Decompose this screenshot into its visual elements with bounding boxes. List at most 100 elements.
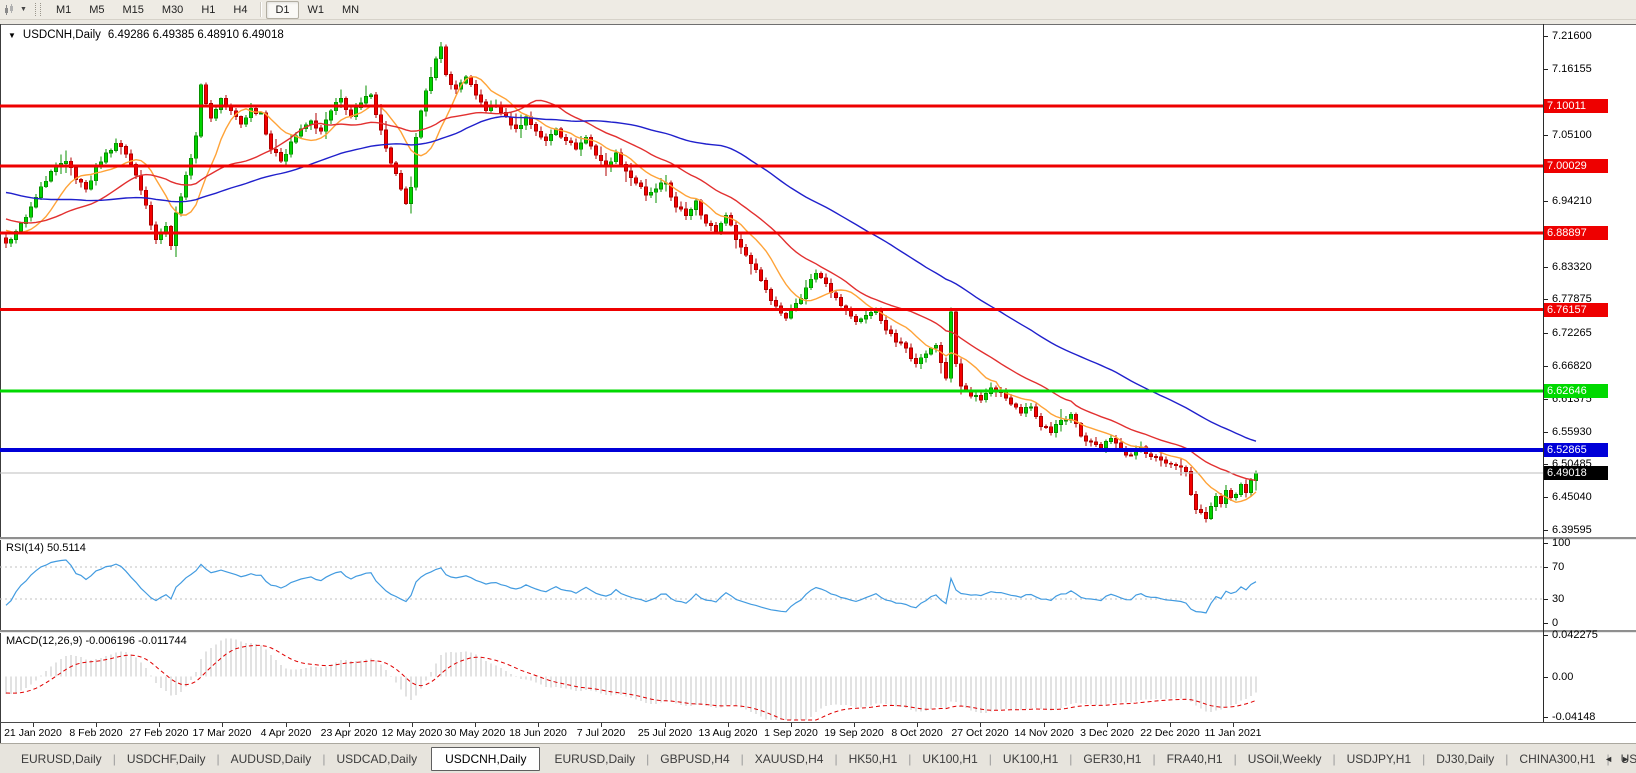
rsi-tickmark <box>1544 623 1548 624</box>
period-button-h1[interactable]: H1 <box>192 1 224 19</box>
macd-indicator-panel[interactable] <box>0 633 1543 722</box>
price-tickmark <box>1544 69 1548 70</box>
tab-usdcnh-daily[interactable]: USDCNH,Daily <box>431 746 541 771</box>
tab-scroll-right-icon[interactable]: ► <box>1621 754 1630 764</box>
price-tick-label: 6.66820 <box>1552 360 1592 372</box>
timeframe-buttons: M1 M5 M15 M30 H1 H4 D1 W1 MN <box>47 0 368 19</box>
macd-tickmark <box>1544 635 1548 636</box>
rsi-tick-label: 0 <box>1552 617 1559 629</box>
date-label: 27 Feb 2020 <box>129 727 189 739</box>
period-button-h4[interactable]: H4 <box>224 1 256 19</box>
macd-tick-label: 0.042275 <box>1552 629 1598 641</box>
price-tickmark <box>1544 366 1548 367</box>
tab-china300-h1[interactable]: CHINA300,H1 <box>1508 748 1606 770</box>
price-tickmark <box>1544 497 1548 498</box>
date-label: 8 Oct 2020 <box>891 727 943 739</box>
period-button-w1[interactable]: W1 <box>299 1 334 19</box>
rsi-tick-label: 70 <box>1552 561 1565 573</box>
date-label: 23 Apr 2020 <box>320 727 378 739</box>
tab-scroll-buttons: ◄ ► <box>1604 744 1633 773</box>
period-button-d1[interactable]: D1 <box>266 0 299 19</box>
price-tickmark <box>1544 267 1548 268</box>
period-button-m1[interactable]: M1 <box>47 1 80 19</box>
chart-quote-values: 6.49286 6.49385 6.48910 6.49018 <box>107 29 284 41</box>
price-tickmark <box>1544 399 1548 400</box>
date-label: 11 Jan 2021 <box>1204 727 1262 739</box>
tab-eurusd-daily[interactable]: EURUSD,Daily <box>10 748 113 770</box>
price-tick-label: 7.21600 <box>1552 30 1592 42</box>
period-button-m15[interactable]: M15 <box>114 1 153 19</box>
rsi-tickmark <box>1544 543 1548 544</box>
rsi-tick-label: 30 <box>1552 593 1565 605</box>
rsi-tick-label: 100 <box>1552 537 1571 549</box>
price-tick-label: 7.16155 <box>1552 63 1592 75</box>
price-tick-label: 6.72265 <box>1552 327 1592 339</box>
level-price-badge: 7.00029 <box>1544 159 1608 173</box>
current-price-badge: 6.49018 <box>1544 466 1608 480</box>
price-tickmark <box>1544 299 1548 300</box>
date-label: 19 Sep 2020 <box>824 727 884 739</box>
price-axis-separator <box>1543 24 1544 722</box>
rsi-indicator-panel[interactable] <box>0 540 1543 630</box>
price-tick-label: 6.83320 <box>1552 261 1592 273</box>
toolbar-grip[interactable] <box>34 3 41 16</box>
date-label: 13 Aug 2020 <box>698 727 758 739</box>
date-label: 21 Jan 2020 <box>4 727 62 739</box>
tab-scroll-left-icon[interactable]: ◄ <box>1604 754 1613 764</box>
date-label: 1 Sep 2020 <box>764 727 818 739</box>
date-axis-separator <box>0 722 1636 723</box>
tab-hk50-h1[interactable]: HK50,H1 <box>838 748 909 770</box>
price-tick-label: 6.39595 <box>1552 524 1592 536</box>
trading-terminal: ▼ M1 M5 M15 M30 H1 H4 D1 W1 MN ▼ USDCNH,Daily 6.… <box>0 0 1636 773</box>
date-label: 3 Dec 2020 <box>1080 727 1134 739</box>
price-tick-label: 6.55930 <box>1552 426 1592 438</box>
level-price-badge: 7.10011 <box>1544 99 1608 113</box>
chart-type-icon[interactable]: ▼ <box>4 3 27 16</box>
toolbar-separator <box>260 2 263 17</box>
tab-ger30-h1[interactable]: GER30,H1 <box>1072 748 1152 770</box>
tab-dj30-daily[interactable]: DJ30,Daily <box>1425 748 1505 770</box>
date-label: 30 May 2020 <box>444 727 506 739</box>
date-label: 22 Dec 2020 <box>1140 727 1200 739</box>
period-toolbar: ▼ M1 M5 M15 M30 H1 H4 D1 W1 MN <box>0 0 1636 20</box>
tab-usdjpy-h1[interactable]: USDJPY,H1 <box>1336 748 1422 770</box>
tab-eurusd-daily[interactable]: EURUSD,Daily <box>543 748 646 770</box>
price-tickmark <box>1544 36 1548 37</box>
tab-gbpusd-h4[interactable]: GBPUSD,H4 <box>649 748 740 770</box>
rsi-label: RSI(14) 50.5114 <box>6 542 86 554</box>
level-price-badge: 6.62646 <box>1544 384 1608 398</box>
tab-usoil-weekly[interactable]: USOil,Weekly <box>1237 748 1333 770</box>
macd-tickmark <box>1544 717 1548 718</box>
price-tickmark <box>1544 333 1548 334</box>
price-tick-label: 6.45040 <box>1552 491 1592 503</box>
tab-xauusd-h4[interactable]: XAUUSD,H4 <box>744 748 835 770</box>
tab-usdchf-daily[interactable]: USDCHF,Daily <box>116 748 217 770</box>
chart-symbol-label: USDCNH,Daily <box>22 29 101 41</box>
chart-tabs: EURUSD,Daily | USDCHF,Daily | AUDUSD,Daily | U… <box>10 746 1636 771</box>
chart-title: ▼ USDCNH,Daily 6.49286 6.49385 6.48910 6… <box>8 29 284 41</box>
dropdown-caret-icon[interactable]: ▼ <box>20 5 27 15</box>
date-label: 12 May 2020 <box>381 727 443 739</box>
date-label: 4 Apr 2020 <box>260 727 312 739</box>
period-button-mn[interactable]: MN <box>333 1 368 19</box>
level-price-badge: 6.76157 <box>1544 303 1608 317</box>
period-button-m5[interactable]: M5 <box>80 1 113 19</box>
date-label: 25 Jul 2020 <box>637 727 693 739</box>
price-tickmark <box>1544 201 1548 202</box>
price-tick-label: 7.05100 <box>1552 129 1592 141</box>
tab-fra40-h1[interactable]: FRA40,H1 <box>1156 748 1234 770</box>
chart-title-caret-icon[interactable]: ▼ <box>8 31 16 40</box>
price-tickmark <box>1544 530 1548 531</box>
date-label: 27 Oct 2020 <box>951 727 1009 739</box>
tab-usdcad-daily[interactable]: USDCAD,Daily <box>325 748 428 770</box>
tab-uk100-h1[interactable]: UK100,H1 <box>992 748 1069 770</box>
level-price-badge: 6.88897 <box>1544 226 1608 240</box>
tab-audusd-daily[interactable]: AUDUSD,Daily <box>220 748 323 770</box>
tab-uk100-h1[interactable]: UK100,H1 <box>911 748 988 770</box>
date-label: 8 Feb 2020 <box>69 727 123 739</box>
candlestick-icon <box>5 3 13 15</box>
period-button-m30[interactable]: M30 <box>153 1 192 19</box>
rsi-tickmark <box>1544 567 1548 568</box>
level-price-badge: 6.52865 <box>1544 443 1608 457</box>
main-price-chart[interactable] <box>0 24 1543 537</box>
